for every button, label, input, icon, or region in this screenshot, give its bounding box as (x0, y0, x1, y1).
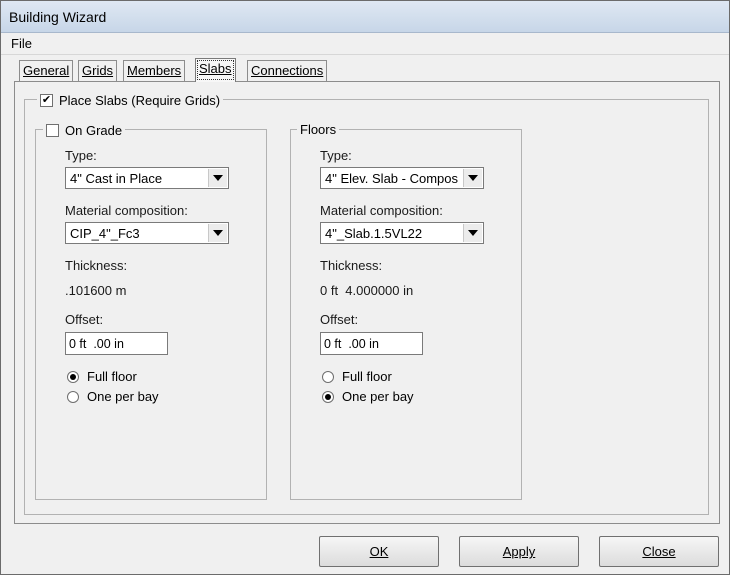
floors-thickness-value: 0 ft 4.000000 in (320, 283, 414, 298)
floors-full-floor-radio[interactable] (322, 370, 334, 383)
floors-material-label: Material composition: (320, 203, 443, 218)
on-grade-type-select[interactable]: 4" Cast in Place (65, 167, 229, 189)
checkmark-icon: ✔ (41, 94, 52, 106)
floors-type-value: 4" Elev. Slab - Compos (325, 171, 458, 186)
place-slabs-checkbox[interactable]: ✔ (40, 94, 53, 107)
on-grade-material-label: Material composition: (65, 203, 188, 218)
place-slabs-label: Place Slabs (Require Grids) (59, 93, 221, 108)
on-grade-one-per-bay-option[interactable]: One per bay (67, 389, 159, 404)
on-grade-full-floor-radio[interactable] (67, 370, 79, 383)
floors-one-per-bay-radio[interactable] (322, 390, 334, 403)
title-bar[interactable]: Building Wizard (1, 1, 729, 33)
on-grade-offset-input[interactable] (65, 332, 168, 355)
tab-members[interactable]: Members (123, 60, 186, 81)
floors-legend: Floors (297, 122, 340, 137)
tab-slabs[interactable]: Slabs (195, 58, 236, 82)
floors-thickness-label: Thickness: (320, 258, 383, 273)
window-title: Building Wizard (9, 9, 107, 25)
on-grade-type-label: Type: (65, 148, 97, 163)
on-grade-one-per-bay-label: One per bay (87, 389, 159, 404)
on-grade-checkbox[interactable] (46, 124, 59, 137)
menu-file[interactable]: File (11, 36, 32, 51)
on-grade-offset-label: Offset: (65, 312, 104, 327)
floors-one-per-bay-option[interactable]: One per bay (322, 389, 414, 404)
on-grade-full-floor-option[interactable]: Full floor (67, 369, 137, 384)
tab-connections[interactable]: Connections (247, 60, 328, 81)
chevron-down-icon[interactable] (463, 169, 482, 187)
building-wizard-window: Building Wizard File General Grids Membe… (0, 0, 730, 575)
on-grade-full-floor-label: Full floor (87, 369, 137, 384)
on-grade-one-per-bay-radio[interactable] (67, 390, 79, 403)
on-grade-material-value: CIP_4"_Fc3 (70, 226, 140, 241)
on-grade-legend: On Grade (43, 123, 126, 138)
floors-full-floor-option[interactable]: Full floor (322, 369, 392, 384)
close-button[interactable]: Close (599, 536, 719, 567)
on-grade-thickness-value: .101600 m (65, 283, 127, 298)
tab-grids[interactable]: Grids (78, 60, 118, 81)
floors-type-select[interactable]: 4" Elev. Slab - Compos (320, 167, 484, 189)
on-grade-material-select[interactable]: CIP_4"_Fc3 (65, 222, 229, 244)
place-slabs-legend: ✔ Place Slabs (Require Grids) (37, 93, 224, 108)
apply-button[interactable]: Apply (459, 536, 579, 567)
ok-button[interactable]: OK (319, 536, 439, 567)
floors-material-value: 4"_Slab.1.5VL22 (325, 226, 423, 241)
floors-offset-input[interactable] (320, 332, 423, 355)
chevron-down-icon[interactable] (208, 224, 227, 242)
tab-general[interactable]: General (19, 60, 74, 81)
slabs-tab-panel: ✔ Place Slabs (Require Grids) On Grade T… (14, 81, 720, 524)
floors-full-floor-label: Full floor (342, 369, 392, 384)
on-grade-thickness-label: Thickness: (65, 258, 128, 273)
menu-bar: File (1, 33, 729, 55)
on-grade-type-value: 4" Cast in Place (70, 171, 163, 186)
floors-material-select[interactable]: 4"_Slab.1.5VL22 (320, 222, 484, 244)
floors-type-label: Type: (320, 148, 352, 163)
chevron-down-icon[interactable] (463, 224, 482, 242)
floors-one-per-bay-label: One per bay (342, 389, 414, 404)
chevron-down-icon[interactable] (208, 169, 227, 187)
on-grade-label: On Grade (65, 123, 123, 138)
floors-offset-label: Offset: (320, 312, 359, 327)
floors-label: Floors (300, 122, 337, 137)
